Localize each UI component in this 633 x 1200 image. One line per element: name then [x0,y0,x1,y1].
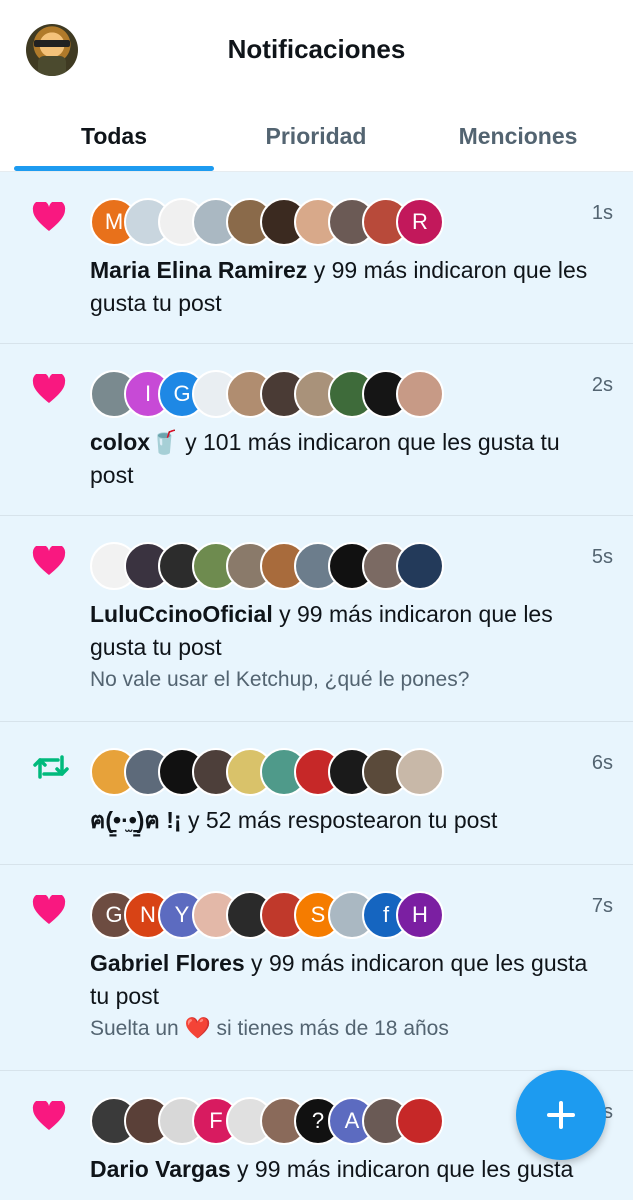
notification-item[interactable]: 7s G N Y Sf H Gabriel Flores y 99 más indicaro… [0,865,633,1071]
top-app-bar: Notificaciones [0,0,633,100]
avatar[interactable] [396,748,444,796]
post-preview: Suelta un ❤️ si tienes más de 18 años [90,1017,449,1040]
user-name[interactable]: colox🥤 [90,429,179,455]
avatar-stack [90,748,444,798]
notification-text: Dario Vargas y 99 más indicaron que les … [90,1153,603,1186]
avatar-stack: F? A [90,1097,444,1147]
timestamp: 1s [591,202,613,224]
notification-item[interactable]: 5s LuluCcinoOficial y 99 más indicaron qu… [0,516,633,722]
heart-icon [32,1099,66,1136]
plus-icon [547,1101,575,1129]
action-text: y 52 más respostearon tu post [181,807,498,833]
avatar[interactable] [396,1097,444,1145]
timestamp: 5s [591,546,613,568]
avatar-stack [90,542,444,592]
compose-button[interactable] [516,1070,606,1160]
notification-tabs: Todas Prioridad Menciones [0,100,633,172]
post-preview: No vale usar el Ketchup, ¿qué le pones? [90,668,470,691]
notification-text: Maria Elina Ramirez y 99 más indicaron q… [90,254,603,320]
timestamp: 7s [591,895,613,917]
active-tab-indicator [14,166,214,171]
avatar[interactable] [396,370,444,418]
avatar[interactable] [396,542,444,590]
notification-text: colox🥤 y 101 más indicaron que les gusta… [90,426,603,492]
avatar-stack: IG [90,370,444,420]
heart-icon [32,200,66,237]
tab-prioridad[interactable]: Prioridad [216,100,416,172]
page-title: Notificaciones [227,34,406,64]
timestamp: 2s [591,374,613,396]
avatar[interactable]: H [396,891,444,939]
repost-icon [32,752,70,787]
avatar-stack: MR [90,198,444,248]
user-name[interactable]: Maria Elina Ramirez [90,257,307,283]
heart-icon [32,372,66,409]
timestamp: 6s [591,752,613,774]
user-name[interactable]: Dario Vargas [90,1156,231,1182]
heart-icon [32,544,66,581]
notification-list: 1s M R Maria Elina Ramirez y 99 más indicar… [0,172,633,1200]
notification-text: LuluCcinoOficial y 99 más indicaron que … [90,598,603,664]
notification-item[interactable]: 6s ฅ(̳•·̫•̳)ฅ !¡ y 52 más respostearon tu… [0,722,633,865]
heart-icon [32,893,66,930]
notification-item[interactable]: 2s I G colox🥤 y 101 más indicaron que les g… [0,344,633,516]
user-name[interactable]: LuluCcinoOficial [90,601,273,627]
avatar-stack: GNYSfH [90,891,444,941]
action-text: y 99 más indicaron que les gusta [230,1156,574,1182]
notification-item[interactable]: 1s M R Maria Elina Ramirez y 99 más indicar… [0,172,633,344]
user-name[interactable]: Gabriel Flores [90,950,245,976]
avatar[interactable]: R [396,198,444,246]
notification-text: Gabriel Flores y 99 más indicaron que le… [90,947,603,1013]
notification-text: ฅ(̳•·̫•̳)ฅ !¡ y 52 más respostearon tu p… [90,804,603,837]
tab-menciones[interactable]: Menciones [418,100,618,172]
user-name[interactable]: ฅ(̳•·̫•̳)ฅ !¡ [90,807,182,833]
tab-todas[interactable]: Todas [14,100,214,172]
